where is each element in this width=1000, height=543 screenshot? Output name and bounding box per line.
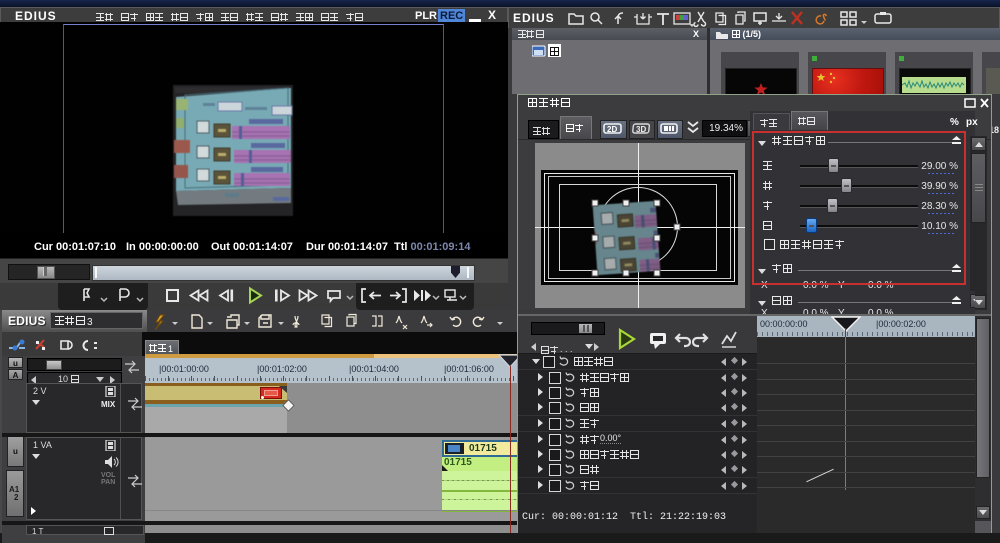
svg-text:3D: 3D xyxy=(636,125,646,134)
svg-text:2D: 2D xyxy=(607,125,617,134)
